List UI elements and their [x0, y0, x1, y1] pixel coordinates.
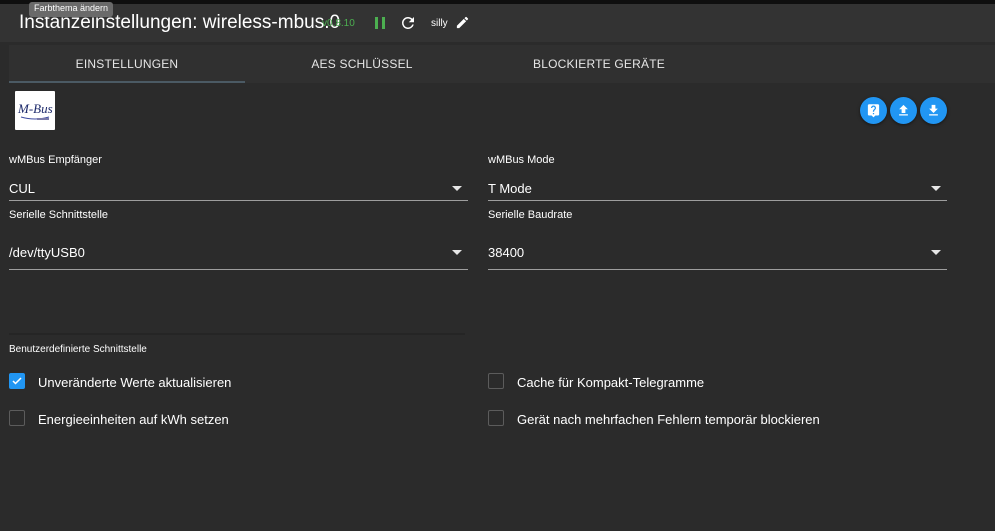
receiver-label: wMBus Empfänger	[9, 154, 102, 166]
serial-port-label: Serielle Schnittstelle	[9, 209, 109, 221]
chevron-down-icon	[452, 186, 462, 191]
upload-button[interactable]	[890, 97, 917, 124]
serial-port-value: /dev/ttyUSB0	[9, 245, 85, 260]
help-button[interactable]	[860, 97, 887, 124]
compact-cache-label: Cache für Kompakt-Telegramme	[517, 375, 705, 390]
tab-bar: EINSTELLUNGEN AES SCHLÜSSEL BLOCKIERTE G…	[9, 45, 995, 83]
tab-blocked-devices[interactable]: BLOCKIERTE GERÄTE	[479, 45, 719, 83]
baudrate-select[interactable]: 38400	[488, 243, 947, 270]
log-level-label: silly	[431, 18, 448, 29]
baudrate-value: 38400	[488, 245, 525, 260]
mode-label: wMBus Mode	[488, 154, 555, 166]
mode-select[interactable]: T Mode	[488, 179, 947, 201]
custom-port-label: Benutzerdefinierte Schnittstelle	[9, 344, 147, 355]
chevron-down-icon	[452, 250, 462, 255]
update-unchanged-checkbox[interactable]	[9, 373, 25, 389]
tab-aes-keys[interactable]: AES SCHLÜSSEL	[245, 45, 479, 83]
active-tab-indicator	[9, 81, 245, 83]
download-icon	[929, 104, 938, 116]
mbus-logo: M-Bus	[15, 91, 55, 130]
download-button[interactable]	[920, 97, 947, 124]
energy-kwh-label: Energieeinheiten auf kWh setzen	[38, 412, 229, 427]
edit-icon[interactable]	[455, 15, 470, 30]
mode-value: T Mode	[488, 181, 532, 196]
chevron-down-icon	[931, 186, 941, 191]
section-divider	[9, 333, 465, 335]
help-icon	[867, 104, 880, 118]
reload-icon[interactable]	[399, 14, 417, 32]
header: Instanzeinstellungen: wireless-mbus.0 v0…	[0, 4, 995, 42]
chevron-down-icon	[931, 250, 941, 255]
update-unchanged-label: Unveränderte Werte aktualisieren	[38, 375, 232, 390]
tab-settings[interactable]: EINSTELLUNGEN	[9, 45, 245, 83]
compact-cache-checkbox[interactable]	[488, 373, 504, 389]
receiver-value: CUL	[9, 181, 36, 196]
theme-tooltip: Farbthema ändern	[29, 2, 114, 17]
receiver-select[interactable]: CUL	[9, 179, 468, 201]
upload-icon	[899, 104, 908, 116]
pause-icon[interactable]	[371, 14, 389, 32]
serial-port-select[interactable]: /dev/ttyUSB0	[9, 243, 468, 270]
block-devices-label: Gerät nach mehrfachen Fehlern temporär b…	[517, 412, 820, 427]
checkmark-icon	[12, 377, 22, 385]
baudrate-label: Serielle Baudrate	[488, 209, 573, 221]
mbus-logo-image: M-Bus	[17, 101, 53, 120]
version-label: v0.8.10	[322, 18, 355, 29]
logo-text: M-Bus	[17, 101, 53, 116]
energy-kwh-checkbox[interactable]	[9, 410, 25, 426]
block-devices-checkbox[interactable]	[488, 410, 504, 426]
